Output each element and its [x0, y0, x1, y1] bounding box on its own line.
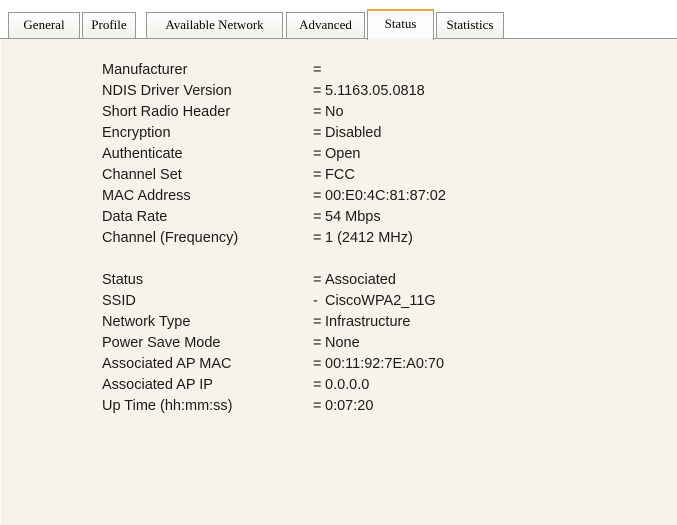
ssid-label: SSID — [102, 293, 136, 309]
authenticate-value: Open — [325, 146, 361, 162]
tab-bar: General Profile Available Network Advanc… — [0, 0, 677, 41]
ndis-driver-version-label: NDIS Driver Version — [102, 83, 232, 99]
status-value: Associated — [325, 272, 396, 288]
tab-available-network[interactable]: Available Network — [146, 12, 283, 38]
encryption-label: Encryption — [102, 125, 171, 141]
channel-frequency-value: 1 (2412 MHz) — [325, 230, 413, 246]
mac-address-separator: = — [313, 188, 322, 204]
up-time-label: Up Time (hh:mm:ss) — [102, 398, 233, 414]
network-type-separator: = — [313, 314, 322, 330]
tab-general[interactable]: General — [8, 12, 80, 38]
channel-set-separator: = — [313, 167, 322, 183]
tab-statistics[interactable]: Statistics — [436, 12, 504, 38]
ndis-driver-version-value: 5.1163.05.0818 — [325, 83, 425, 99]
associated-ap-ip-row: Associated AP IP = 0.0.0.0 — [1, 375, 677, 396]
power-save-mode-label: Power Save Mode — [102, 335, 221, 351]
manufacturer-separator: = — [313, 62, 322, 78]
data-rate-value: 54 Mbps — [325, 209, 381, 225]
tab-advanced[interactable]: Advanced — [286, 12, 365, 38]
associated-ap-mac-row: Associated AP MAC = 00:11:92:7E:A0:70 — [1, 354, 677, 375]
authenticate-row: Authenticate = Open — [1, 144, 677, 165]
associated-ap-mac-label: Associated AP MAC — [102, 356, 232, 372]
tab-status[interactable]: Status — [367, 9, 434, 41]
encryption-separator: = — [313, 125, 322, 141]
channel-frequency-separator: = — [313, 230, 322, 246]
ssid-separator: - — [313, 293, 318, 309]
ssid-row: SSID - CiscoWPA2_11G — [1, 291, 677, 312]
ndis-driver-version-row: NDIS Driver Version = 5.1163.05.0818 — [1, 81, 677, 102]
power-save-mode-row: Power Save Mode = None — [1, 333, 677, 354]
status-panel: Manufacturer = NDIS Driver Version = 5.1… — [0, 39, 677, 525]
data-rate-separator: = — [313, 209, 322, 225]
manufacturer-row: Manufacturer = — [1, 60, 677, 81]
associated-ap-mac-value: 00:11:92:7E:A0:70 — [325, 356, 445, 372]
channel-set-value: FCC — [325, 167, 355, 183]
data-rate-row: Data Rate = 54 Mbps — [1, 207, 677, 228]
ssid-value: CiscoWPA2_11G — [325, 293, 436, 309]
channel-set-label: Channel Set — [102, 167, 182, 183]
ndis-driver-version-separator: = — [313, 83, 322, 99]
up-time-separator: = — [313, 398, 322, 414]
associated-ap-ip-value: 0.0.0.0 — [325, 377, 370, 393]
power-save-mode-separator: = — [313, 335, 322, 351]
channel-set-row: Channel Set = FCC — [1, 165, 677, 186]
associated-ap-mac-separator: = — [313, 356, 322, 372]
status-row: Status = Associated — [1, 270, 677, 291]
power-save-mode-value: None — [325, 335, 360, 351]
short-radio-header-row: Short Radio Header = No — [1, 102, 677, 123]
encryption-value: Disabled — [325, 125, 382, 141]
status-label: Status — [102, 272, 144, 288]
manufacturer-label: Manufacturer — [102, 62, 188, 78]
up-time-value: 0:07:20 — [325, 398, 374, 414]
mac-address-row: MAC Address = 00:E0:4C:81:87:02 — [1, 186, 677, 207]
authenticate-label: Authenticate — [102, 146, 183, 162]
associated-ap-ip-separator: = — [313, 377, 322, 393]
mac-address-value: 00:E0:4C:81:87:02 — [325, 188, 446, 204]
channel-frequency-row: Channel (Frequency) = 1 (2412 MHz) — [1, 228, 677, 249]
status-separator: = — [313, 272, 322, 288]
short-radio-header-separator: = — [313, 104, 322, 120]
associated-ap-ip-label: Associated AP IP — [102, 377, 213, 393]
short-radio-header-label: Short Radio Header — [102, 104, 231, 120]
channel-frequency-label: Channel (Frequency) — [102, 230, 239, 246]
short-radio-header-value: No — [325, 104, 344, 120]
mac-address-label: MAC Address — [102, 188, 191, 204]
up-time-row: Up Time (hh:mm:ss) = 0:07:20 — [1, 396, 677, 417]
wireless-utility-window: General Profile Available Network Advanc… — [0, 0, 677, 525]
network-type-value: Infrastructure — [325, 314, 411, 330]
authenticate-separator: = — [313, 146, 322, 162]
tab-profile[interactable]: Profile — [82, 12, 136, 38]
encryption-row: Encryption = Disabled — [1, 123, 677, 144]
network-type-label: Network Type — [102, 314, 191, 330]
data-rate-label: Data Rate — [102, 209, 168, 225]
network-type-row: Network Type = Infrastructure — [1, 312, 677, 333]
